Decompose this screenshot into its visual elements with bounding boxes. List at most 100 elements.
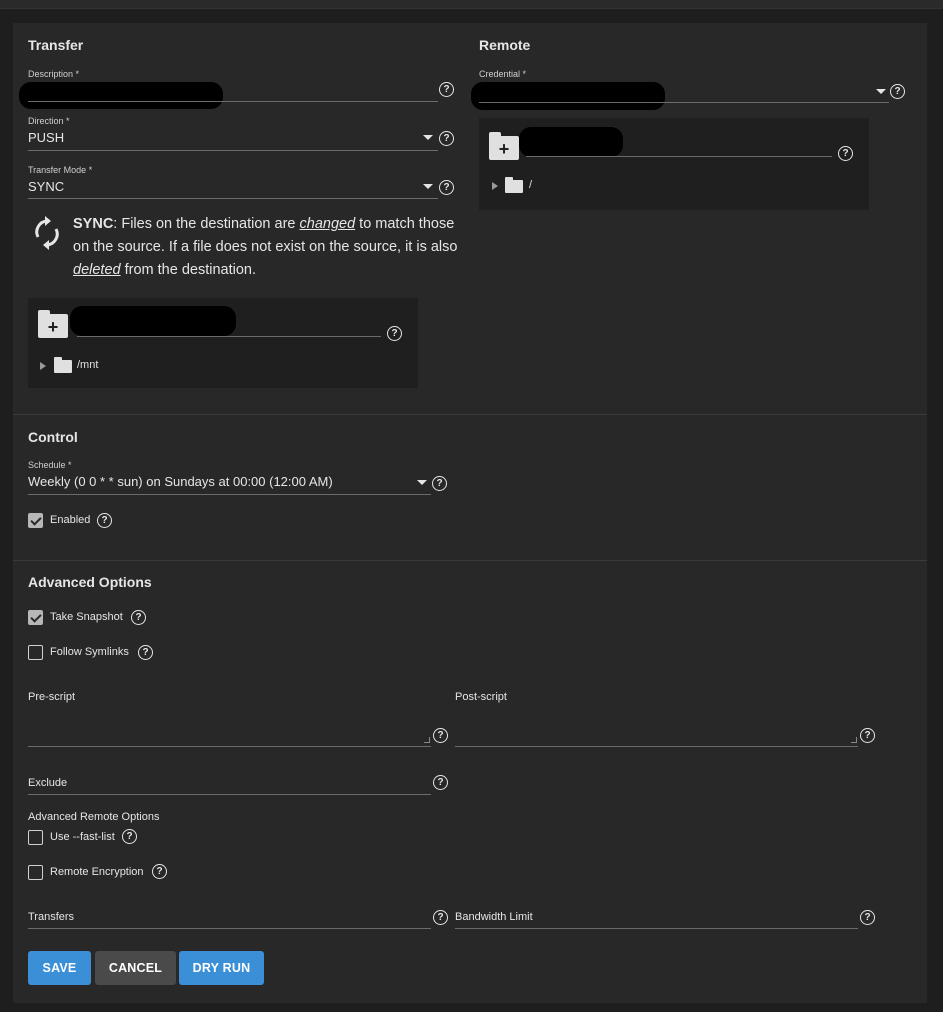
advanced-remote-options-label: Advanced Remote Options xyxy=(28,811,160,823)
transfers-underline xyxy=(28,928,431,929)
transfer-mode-description: SYNC: Files on the destination are chang… xyxy=(73,213,473,282)
schedule-underline xyxy=(28,494,431,495)
description-label: Description * xyxy=(28,69,80,79)
local-path-underline xyxy=(77,336,381,337)
description-input[interactable] xyxy=(19,81,438,109)
enabled-label: Enabled xyxy=(50,514,91,526)
follow-symlinks-help-icon[interactable]: ? xyxy=(138,645,153,660)
tree-node-root[interactable]: / xyxy=(529,179,532,191)
schedule-label: Schedule * xyxy=(28,460,72,470)
credential-dropdown-icon[interactable] xyxy=(876,89,886,94)
pre-script-textarea[interactable] xyxy=(28,713,431,745)
credential-help-icon[interactable]: ? xyxy=(890,84,905,99)
resize-handle-icon[interactable] xyxy=(851,737,857,743)
direction-dropdown-icon[interactable] xyxy=(423,135,433,140)
transfer-mode-value: SYNC xyxy=(28,179,65,194)
pre-script-help-icon[interactable]: ? xyxy=(433,728,448,743)
transfers-help-icon[interactable]: ? xyxy=(433,910,448,925)
post-script-label: Post-script xyxy=(455,691,507,703)
direction-help-icon[interactable]: ? xyxy=(439,131,454,146)
local-explorer: + ? /mnt xyxy=(28,298,418,388)
remote-path-underline xyxy=(526,156,832,157)
remote-path-input[interactable] xyxy=(519,127,832,157)
post-script-underline xyxy=(455,746,858,747)
dry-run-button[interactable]: DRY RUN xyxy=(179,951,264,985)
section-divider xyxy=(13,560,927,561)
direction-label: Direction * xyxy=(28,116,70,126)
local-path-input[interactable] xyxy=(70,306,381,336)
description-underline xyxy=(28,101,438,102)
bandwidth-limit-input[interactable] xyxy=(455,909,858,927)
expand-arrow-icon[interactable] xyxy=(492,182,498,190)
advanced-section-title: Advanced Options xyxy=(28,574,152,590)
remote-encryption-help-icon[interactable]: ? xyxy=(152,864,167,879)
follow-symlinks-checkbox[interactable] xyxy=(28,645,43,660)
remote-encryption-checkbox[interactable] xyxy=(28,865,43,880)
remote-encryption-label: Remote Encryption xyxy=(50,866,144,878)
folder-icon xyxy=(54,357,72,373)
exclude-help-icon[interactable]: ? xyxy=(433,775,448,790)
credential-label: Credential * xyxy=(479,69,527,79)
exclude-input[interactable] xyxy=(28,775,431,793)
pre-script-label: Pre-script xyxy=(28,691,76,703)
direction-select[interactable]: PUSH xyxy=(28,130,438,150)
mode-desc-em2: deleted xyxy=(73,262,121,278)
save-button[interactable]: SAVE xyxy=(28,951,91,985)
bandwidth-limit-underline xyxy=(455,928,858,929)
schedule-help-icon[interactable]: ? xyxy=(432,476,447,491)
mode-name: SYNC xyxy=(73,216,114,232)
post-script-textarea[interactable] xyxy=(455,713,858,745)
schedule-value: Weekly (0 0 * * sun) on Sundays at 00:00… xyxy=(28,474,333,489)
schedule-dropdown-icon[interactable] xyxy=(417,480,427,485)
create-folder-icon[interactable]: + xyxy=(489,132,519,160)
remote-section-title: Remote xyxy=(479,37,531,53)
folder-icon xyxy=(505,177,523,193)
transfer-mode-underline xyxy=(28,198,438,199)
create-folder-icon[interactable]: + xyxy=(38,310,68,338)
follow-symlinks-label: Follow Symlinks xyxy=(50,646,129,658)
redacted-value xyxy=(70,306,236,336)
description-help-icon[interactable]: ? xyxy=(439,82,454,97)
transfer-mode-label: Transfer Mode * xyxy=(28,165,93,175)
pre-script-underline xyxy=(28,746,431,747)
enabled-help-icon[interactable]: ? xyxy=(97,513,112,528)
exclude-underline xyxy=(28,794,431,795)
transfer-mode-help-icon[interactable]: ? xyxy=(439,180,454,195)
top-bar xyxy=(0,0,943,9)
cancel-button[interactable]: CANCEL xyxy=(95,951,176,985)
credential-underline xyxy=(479,102,889,103)
remote-explorer: + ? / xyxy=(479,118,869,210)
section-divider xyxy=(13,414,927,415)
expand-arrow-icon[interactable] xyxy=(40,362,46,370)
fast-list-label: Use --fast-list xyxy=(50,831,115,843)
redacted-value xyxy=(471,82,665,110)
fast-list-help-icon[interactable]: ? xyxy=(122,829,137,844)
mode-desc-em1: changed xyxy=(299,216,356,232)
mode-desc-part1: : Files on the destination are xyxy=(113,216,300,232)
redacted-value xyxy=(519,127,623,157)
mode-desc-part3: from the destination. xyxy=(120,262,256,278)
schedule-select[interactable]: Weekly (0 0 * * sun) on Sundays at 00:00… xyxy=(28,474,431,494)
transfer-mode-dropdown-icon[interactable] xyxy=(423,184,433,189)
redacted-value xyxy=(19,82,223,109)
remote-path-help-icon[interactable]: ? xyxy=(838,146,853,161)
transfer-section-title: Transfer xyxy=(28,37,84,53)
local-path-help-icon[interactable]: ? xyxy=(387,326,402,341)
take-snapshot-checkbox[interactable] xyxy=(28,610,43,625)
control-section-title: Control xyxy=(28,429,78,445)
bandwidth-limit-help-icon[interactable]: ? xyxy=(860,910,875,925)
cloud-sync-form: Transfer Description * ? Direction * PUS… xyxy=(13,23,927,1003)
transfer-mode-select[interactable]: SYNC xyxy=(28,179,438,199)
resize-handle-icon[interactable] xyxy=(424,737,430,743)
sync-icon xyxy=(32,215,62,251)
post-script-help-icon[interactable]: ? xyxy=(860,728,875,743)
enabled-checkbox[interactable] xyxy=(28,513,43,528)
transfers-input[interactable] xyxy=(28,909,431,927)
fast-list-checkbox[interactable] xyxy=(28,830,43,845)
direction-value: PUSH xyxy=(28,130,65,145)
take-snapshot-label: Take Snapshot xyxy=(50,611,123,623)
take-snapshot-help-icon[interactable]: ? xyxy=(131,610,146,625)
credential-select[interactable] xyxy=(471,81,889,110)
tree-node-mnt[interactable]: /mnt xyxy=(77,359,98,371)
direction-underline xyxy=(28,150,438,151)
